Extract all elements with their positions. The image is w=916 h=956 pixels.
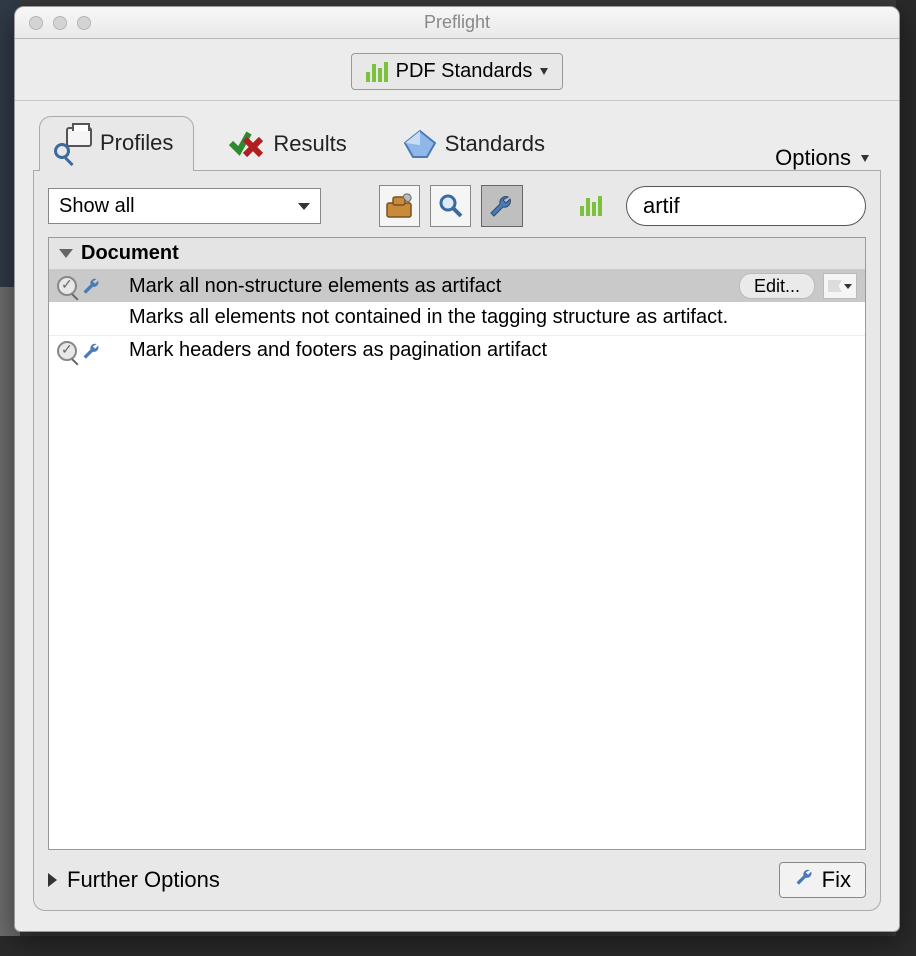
tabs-row: Profiles Results Standards Options	[15, 101, 899, 171]
fixup-title: Mark headers and footers as pagination a…	[129, 339, 857, 362]
tab-standards[interactable]: Standards	[388, 118, 566, 171]
check-magnifier-icon	[57, 276, 77, 296]
fix-label: Fix	[822, 867, 851, 893]
show-profiles-button[interactable]	[379, 185, 420, 227]
fixup-row[interactable]: Mark headers and footers as pagination a…	[49, 336, 865, 365]
bars-icon	[580, 196, 602, 216]
further-options-toggle[interactable]: Further Options	[67, 867, 220, 893]
row-icons	[57, 276, 121, 296]
disclosure-triangle-icon	[59, 249, 73, 258]
tab-label: Results	[273, 131, 346, 157]
tab-results[interactable]: Results	[214, 118, 367, 171]
show-checks-button[interactable]	[430, 185, 471, 227]
profiles-icon	[54, 127, 92, 159]
window-controls	[15, 16, 91, 30]
edit-fixup-button[interactable]: Edit...	[739, 273, 815, 299]
search-box: ✕	[626, 186, 866, 226]
library-dropdown[interactable]: PDF Standards	[351, 53, 564, 90]
fix-button[interactable]: Fix	[779, 862, 866, 898]
preflight-window: Preflight PDF Standards Profiles Res	[14, 6, 900, 932]
library-toolbar: PDF Standards	[15, 39, 899, 101]
standards-filter-button[interactable]	[573, 186, 610, 226]
main-panel: Show all	[33, 171, 881, 911]
flag-icon	[828, 280, 842, 292]
wrench-icon	[794, 867, 816, 893]
titlebar: Preflight	[15, 7, 899, 39]
options-dropdown[interactable]: Options	[775, 145, 875, 171]
zoom-window-button[interactable]	[77, 16, 91, 30]
window-title: Preflight	[15, 12, 899, 33]
fixup-description: Marks all elements not contained in the …	[49, 302, 865, 336]
footer-row: Further Options Fix	[34, 850, 880, 910]
group-header-document[interactable]: Document	[49, 238, 865, 270]
tab-label: Profiles	[100, 130, 173, 156]
group-title: Document	[81, 242, 179, 265]
standards-icon	[403, 129, 437, 159]
library-label: PDF Standards	[396, 60, 533, 83]
disclosure-right-icon	[48, 873, 57, 887]
filter-selected: Show all	[59, 195, 135, 218]
fixup-title: Mark all non-structure elements as artif…	[129, 275, 731, 298]
filter-toolbar: Show all	[34, 171, 880, 237]
flag-dropdown[interactable]	[823, 273, 857, 299]
wrench-icon	[81, 276, 103, 296]
row-icons	[57, 341, 121, 361]
magnifier-icon	[438, 193, 464, 219]
toolbox-icon	[385, 193, 413, 219]
chevron-down-icon	[298, 203, 310, 210]
chevron-down-icon	[540, 68, 548, 75]
bars-icon	[366, 62, 388, 82]
fixup-list: Document Mark all non-structure elements…	[48, 237, 866, 850]
chevron-down-icon	[861, 155, 869, 162]
show-fixups-button[interactable]	[481, 185, 522, 227]
close-window-button[interactable]	[29, 16, 43, 30]
fixup-row[interactable]: Mark all non-structure elements as artif…	[49, 270, 865, 302]
background-bottom-strip	[0, 936, 916, 956]
minimize-window-button[interactable]	[53, 16, 67, 30]
chevron-down-icon	[844, 284, 852, 289]
tab-profiles[interactable]: Profiles	[39, 116, 194, 171]
results-icon	[229, 129, 265, 159]
options-label: Options	[775, 145, 851, 171]
wrench-icon	[488, 193, 516, 219]
wrench-icon	[81, 341, 103, 361]
filter-dropdown[interactable]: Show all	[48, 188, 321, 224]
search-input[interactable]	[643, 193, 900, 219]
check-magnifier-icon	[57, 341, 77, 361]
tab-label: Standards	[445, 131, 545, 157]
